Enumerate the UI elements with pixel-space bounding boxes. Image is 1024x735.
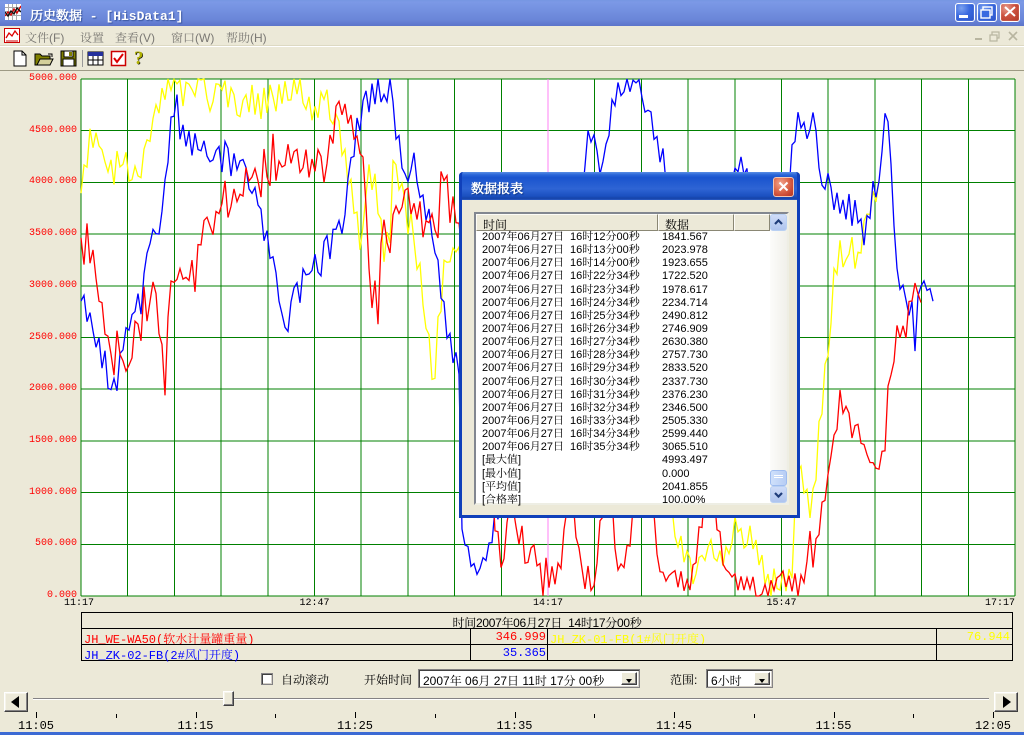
svg-text:?: ?: [134, 49, 144, 68]
